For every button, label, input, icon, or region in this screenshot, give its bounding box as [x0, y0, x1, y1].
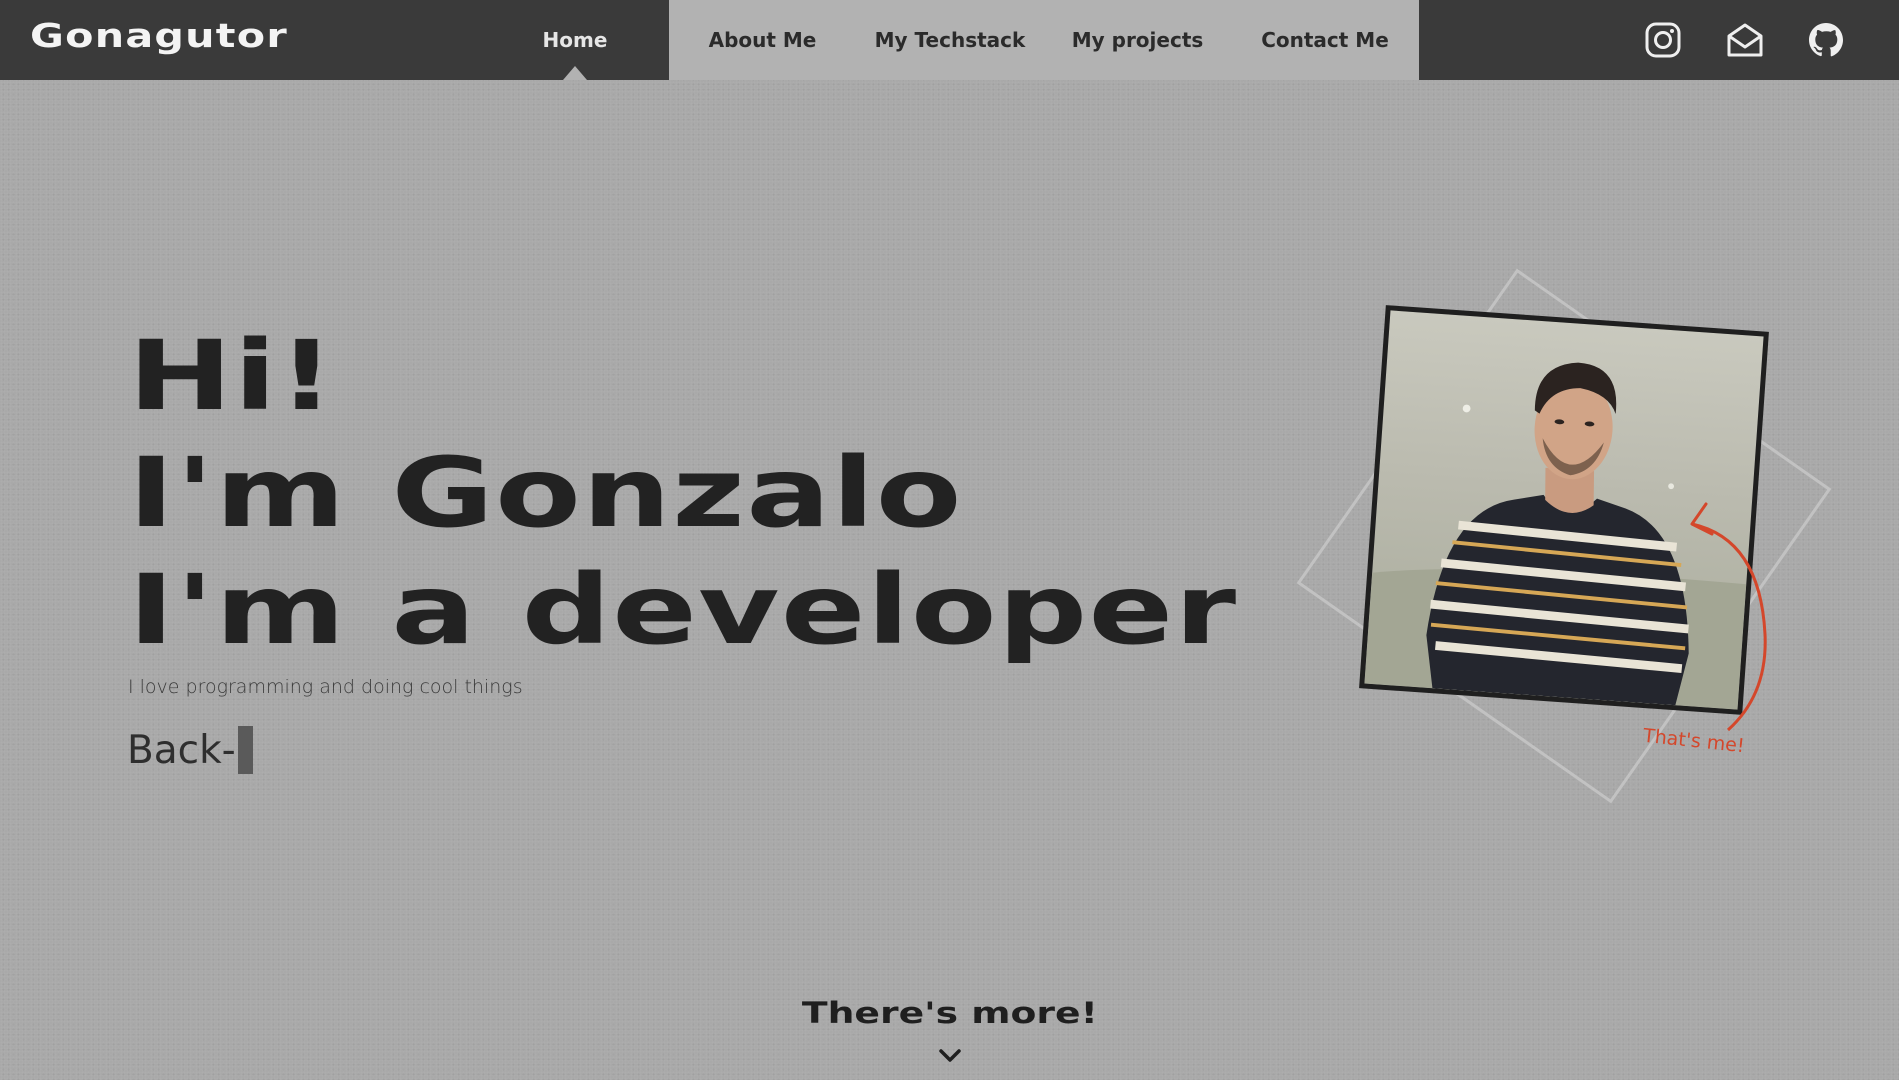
mail-icon — [1727, 23, 1763, 57]
hero-line-role: I'm a developer — [128, 554, 1238, 666]
chevron-down-icon[interactable] — [938, 1044, 962, 1068]
typing-cursor — [237, 726, 253, 774]
github-icon — [1809, 23, 1843, 57]
curved-arrow-icon — [1690, 502, 1767, 732]
site-logo[interactable]: Gonagutor — [30, 16, 288, 55]
hero-line-greeting: Hi! — [128, 320, 337, 432]
scroll-cta-label[interactable]: There's more! — [802, 996, 1098, 1030]
nav-item-techstack[interactable]: My Techstack — [856, 0, 1044, 80]
nav-item-home[interactable]: Home — [481, 0, 669, 80]
nav-item-projects[interactable]: My projects — [1044, 0, 1231, 80]
nav-item-about-me[interactable]: About Me — [669, 0, 856, 80]
nav-item-contact-me[interactable]: Contact Me — [1231, 0, 1419, 80]
github-link[interactable] — [1804, 18, 1848, 62]
hero-line-name: I'm Gonzalo — [128, 437, 963, 549]
navbar: Gonagutor Home About Me My Techstack My … — [0, 0, 1899, 80]
typed-text-value: Back- — [127, 727, 236, 773]
typed-text: Back- — [127, 726, 253, 774]
scroll-cta[interactable]: There's more! — [0, 996, 1899, 1030]
hero-tagline: I love programming and doing cool things — [128, 676, 523, 698]
hero-heading: Hi! I'm Gonzalo I'm a developer — [128, 318, 1237, 669]
mail-link[interactable] — [1723, 18, 1767, 62]
instagram-icon — [1645, 22, 1681, 58]
instagram-link[interactable] — [1641, 18, 1685, 62]
nav-menu: Home About Me My Techstack My projects C… — [481, 0, 1419, 80]
